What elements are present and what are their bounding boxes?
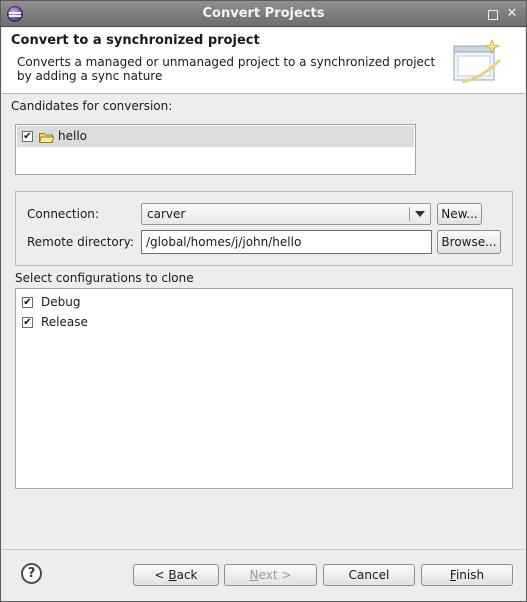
- release-checkbox[interactable]: ✔: [22, 317, 33, 328]
- config-name-release: Release: [41, 315, 88, 329]
- chevron-down-icon[interactable]: [415, 211, 425, 217]
- configurations-list[interactable]: ✔ Debug ✔ Release: [15, 288, 513, 489]
- configurations-label: Select configurations to clone: [15, 271, 194, 285]
- banner-message: Converts a managed or unmanaged project …: [17, 55, 436, 83]
- title-bar[interactable]: Convert Projects ✕: [1, 1, 526, 27]
- debug-checkbox[interactable]: ✔: [22, 297, 33, 308]
- config-name-debug: Debug: [41, 295, 81, 309]
- footer-separator: [2, 549, 525, 550]
- finish-rest: inish: [455, 568, 485, 582]
- remote-directory-input[interactable]: [141, 230, 432, 254]
- connection-combo[interactable]: carver: [141, 203, 431, 225]
- finish-button[interactable]: Finish: [421, 564, 513, 586]
- candidates-label: Candidates for conversion:: [11, 99, 173, 113]
- maximize-icon[interactable]: [486, 8, 498, 20]
- connection-value: carver: [147, 207, 186, 221]
- list-item[interactable]: ✔ hello: [17, 126, 414, 147]
- new-connection-button[interactable]: New...: [437, 203, 482, 225]
- help-icon[interactable]: ?: [21, 563, 42, 584]
- browse-button[interactable]: Browse...: [437, 230, 501, 254]
- next-button[interactable]: Next >: [224, 564, 317, 586]
- convert-projects-dialog: Convert Projects ✕ Convert to a synchron…: [0, 0, 527, 602]
- back-button[interactable]: < Back: [133, 564, 219, 586]
- candidates-list[interactable]: ✔ hello: [15, 124, 416, 175]
- back-mnemonic: B: [168, 568, 177, 582]
- project-name: hello: [58, 129, 87, 143]
- banner-title: Convert to a synchronized project: [11, 33, 260, 48]
- combo-separator: [409, 207, 410, 221]
- hello-checkbox[interactable]: ✔: [22, 131, 33, 142]
- back-rest: ack: [176, 568, 198, 582]
- next-mnemonic: N: [249, 568, 259, 582]
- back-prefix: <: [154, 568, 169, 582]
- window-title: Convert Projects: [202, 6, 325, 21]
- close-icon[interactable]: ✕: [506, 7, 518, 20]
- folder-icon: [39, 133, 54, 143]
- cancel-button[interactable]: Cancel: [323, 564, 415, 586]
- wizard-banner: Convert to a synchronized project Conver…: [2, 28, 525, 94]
- connection-label: Connection:: [27, 207, 99, 221]
- next-rest: ext >: [258, 568, 292, 582]
- remote-directory-label: Remote directory:: [27, 235, 134, 249]
- wizard-banner-icon: [453, 38, 502, 84]
